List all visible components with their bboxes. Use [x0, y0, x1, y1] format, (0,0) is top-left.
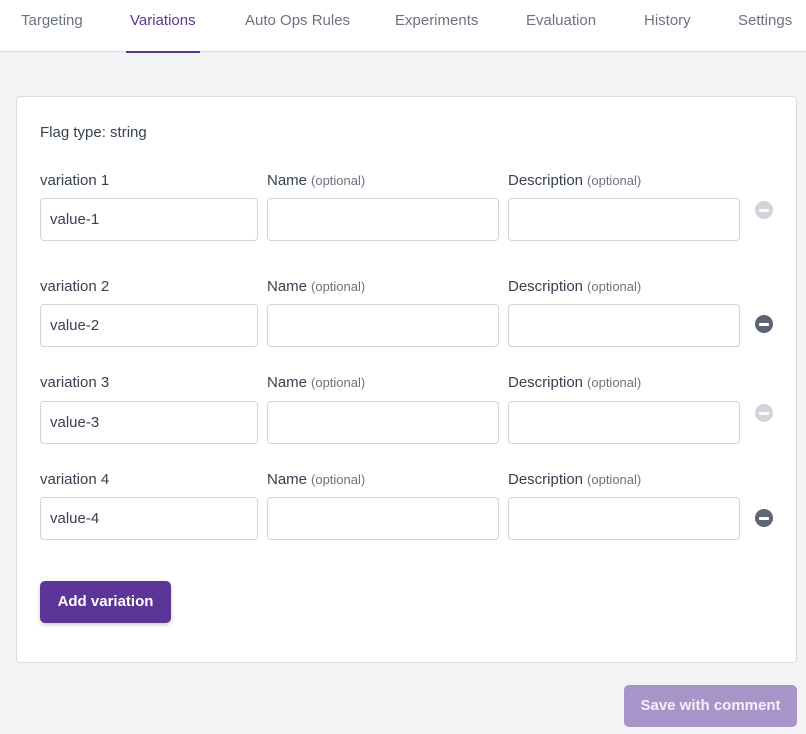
- variation-name-input[interactable]: [267, 198, 499, 241]
- variation-description-input[interactable]: [508, 401, 740, 444]
- tab-bar: Targeting Variations Auto Ops Rules Expe…: [0, 0, 806, 53]
- flag-type-label: Flag type: string: [40, 124, 147, 141]
- remove-variation-icon[interactable]: [755, 404, 773, 422]
- tab-settings[interactable]: Settings: [738, 0, 792, 52]
- add-variation-button[interactable]: Add variation: [40, 581, 171, 623]
- variation-name-input[interactable]: [267, 497, 499, 540]
- variation-value-input[interactable]: value-3: [40, 401, 258, 444]
- tab-evaluation[interactable]: Evaluation: [526, 0, 596, 52]
- remove-variation-icon[interactable]: [755, 509, 773, 527]
- description-label: Description (optional): [508, 172, 642, 189]
- tab-targeting[interactable]: Targeting: [21, 0, 83, 52]
- variation-label: variation 4: [40, 471, 110, 488]
- name-label: Name (optional): [267, 172, 366, 189]
- tab-variations[interactable]: Variations: [126, 0, 200, 53]
- variation-description-input[interactable]: [508, 497, 740, 540]
- variation-name-input[interactable]: [267, 304, 499, 347]
- name-label: Name (optional): [267, 471, 366, 488]
- variation-value-input[interactable]: value-4: [40, 497, 258, 540]
- variation-label: variation 3: [40, 374, 110, 391]
- name-label: Name (optional): [267, 374, 366, 391]
- description-label: Description (optional): [508, 278, 642, 295]
- variation-description-input[interactable]: [508, 198, 740, 241]
- variation-description-input[interactable]: [508, 304, 740, 347]
- variation-value-input[interactable]: value-1: [40, 198, 258, 241]
- remove-variation-icon[interactable]: [755, 201, 773, 219]
- tab-auto-ops-rules[interactable]: Auto Ops Rules: [245, 0, 350, 52]
- variation-label: variation 1: [40, 172, 110, 189]
- name-label: Name (optional): [267, 278, 366, 295]
- save-with-comment-button[interactable]: Save with comment: [624, 685, 797, 727]
- variations-card: Flag type: string variation 1 Name (optio…: [16, 96, 797, 663]
- description-label: Description (optional): [508, 374, 642, 391]
- variation-value-input[interactable]: value-2: [40, 304, 258, 347]
- variation-label: variation 2: [40, 278, 110, 295]
- tab-experiments[interactable]: Experiments: [395, 0, 478, 52]
- description-label: Description (optional): [508, 471, 642, 488]
- remove-variation-icon[interactable]: [755, 315, 773, 333]
- variation-name-input[interactable]: [267, 401, 499, 444]
- tab-history[interactable]: History: [644, 0, 691, 52]
